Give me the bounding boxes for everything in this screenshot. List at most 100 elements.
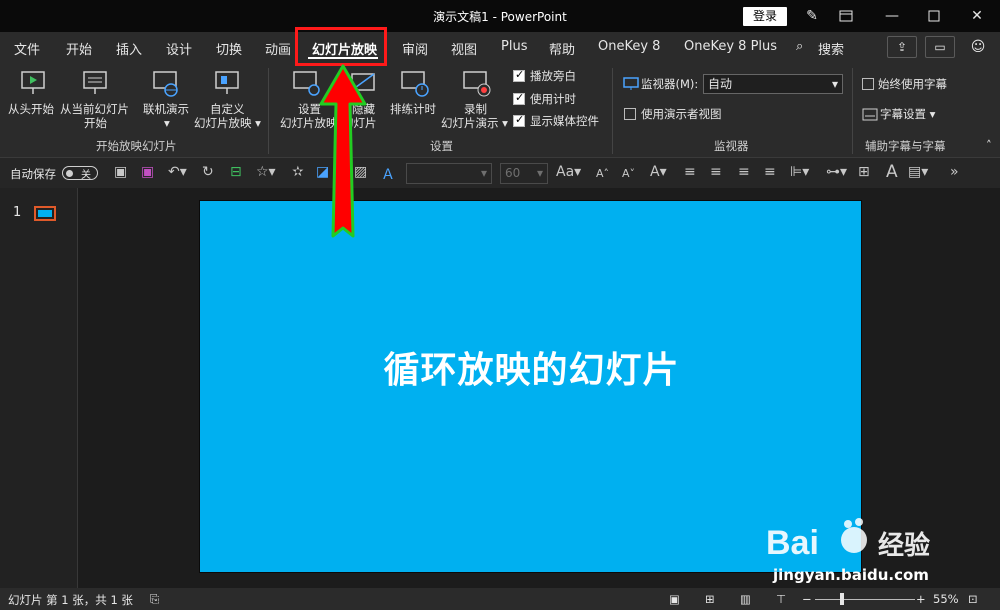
align-objects-icon[interactable]: ⊫▾ [790, 164, 809, 180]
maximize-icon[interactable] [922, 6, 946, 26]
media-controls-checkbox[interactable] [513, 113, 525, 127]
slide-number: 1 [13, 205, 22, 220]
pen-icon[interactable]: ✎ [800, 6, 824, 26]
tab-onekey8-plus[interactable]: OneKey 8 Plus [684, 39, 777, 54]
record-show-line2[interactable]: 幻灯片演示 ▾ [441, 116, 508, 130]
tab-home[interactable]: 开始 [66, 39, 92, 58]
zoom-slider-handle[interactable] [840, 593, 844, 605]
from-beginning-button[interactable]: 从头开始 [8, 102, 54, 116]
close-icon[interactable]: ✕ [965, 6, 989, 26]
online-present-dropdown-icon[interactable]: ▾ [164, 116, 170, 130]
font-size-select[interactable]: 60 ▾ [500, 163, 548, 184]
star-add-icon[interactable]: ✫ [292, 164, 304, 180]
from-current-line1[interactable]: 从当前幻灯片 [60, 102, 129, 116]
monitor-label: 监视器(M): [641, 77, 699, 91]
use-timings-checkbox[interactable] [513, 91, 525, 105]
ribbon-display-icon[interactable] [834, 6, 858, 26]
slideshow-view-icon[interactable]: ⊤ [776, 592, 786, 606]
zoom-slider[interactable] [815, 599, 915, 600]
reading-view-icon[interactable]: ▥ [740, 592, 751, 606]
textbox-format-icon[interactable]: ▤▾ [908, 164, 928, 180]
from-current-icon[interactable] [82, 70, 108, 99]
online-present-button[interactable]: 联机演示 [143, 102, 189, 116]
use-timings-label: 使用计时 [530, 92, 576, 106]
tab-transitions[interactable]: 切换 [216, 39, 242, 58]
font-name-select[interactable]: ▾ [406, 163, 492, 184]
login-button[interactable]: 登录 [743, 7, 787, 26]
fit-to-window-icon[interactable]: ⊡ [968, 592, 978, 606]
custom-show-line2[interactable]: 幻灯片放映 ▾ [194, 116, 261, 130]
tab-search[interactable]: 搜索 [818, 39, 844, 58]
text-icon[interactable]: A [886, 162, 898, 182]
monitor-select[interactable]: 自动 ▾ [703, 74, 843, 94]
star-icon[interactable]: ☆▾ [256, 164, 276, 180]
zoom-out-icon[interactable]: − [802, 592, 812, 606]
comments-button[interactable]: ▭ [925, 36, 955, 58]
custom-show-icon[interactable] [214, 70, 240, 99]
record-icon[interactable] [462, 70, 492, 101]
tab-insert[interactable]: 插入 [116, 39, 142, 58]
rehearse-icon[interactable] [400, 70, 430, 101]
tab-help[interactable]: 帮助 [549, 39, 575, 58]
justify-icon[interactable]: ≡ [764, 164, 776, 180]
from-current-line2[interactable]: 开始 [84, 116, 107, 130]
save-as-icon[interactable]: ▣ [141, 164, 154, 180]
accessibility-icon[interactable]: ⎘ [150, 592, 159, 607]
smiley-icon[interactable]: ☺ [966, 37, 990, 57]
undo-icon[interactable]: ↶▾ [168, 164, 187, 180]
tab-animations[interactable]: 动画 [265, 39, 291, 58]
play-narrations-checkbox[interactable] [513, 68, 525, 82]
autosave-label: 自动保存 [10, 167, 56, 181]
subtitle-settings-button[interactable]: 字幕设置 ▾ [880, 107, 935, 121]
presenter-view-checkbox[interactable] [624, 108, 636, 120]
textbox-icon[interactable]: Ａ [381, 164, 395, 184]
play-narrations-label: 播放旁白 [530, 69, 576, 83]
slide-title[interactable]: 循环放映的幻灯片 [200, 341, 863, 393]
annotation-arrow [319, 64, 367, 238]
collapse-ribbon-icon[interactable]: ˄ [986, 138, 992, 152]
from-beginning-icon[interactable] [20, 70, 46, 99]
font-color-icon[interactable]: A▾ [650, 164, 667, 180]
arrange-icon[interactable]: ⊶▾ [826, 164, 847, 180]
tab-plus[interactable]: Plus [501, 39, 527, 54]
tab-design[interactable]: 设计 [166, 39, 192, 58]
subtitle-settings-icon[interactable] [862, 108, 878, 125]
align-right-icon[interactable]: ≡ [738, 164, 750, 180]
zoom-in-icon[interactable]: + [916, 592, 926, 606]
tab-view[interactable]: 视图 [451, 39, 477, 58]
font-size-value: 60 [505, 166, 521, 180]
presenter-view-label: 使用演示者视图 [641, 107, 722, 121]
tab-onekey8[interactable]: OneKey 8 [598, 39, 660, 54]
group-divider [852, 68, 853, 154]
align-center-icon[interactable]: ≡ [710, 164, 722, 180]
autosave-toggle[interactable]: 关 [62, 166, 98, 181]
format-painter-icon[interactable]: ⊞ [858, 164, 870, 180]
tab-review[interactable]: 审阅 [402, 39, 428, 58]
online-present-icon[interactable] [152, 70, 180, 101]
chevron-down-icon: ▾ [536, 166, 543, 180]
share-button[interactable]: ⇪ [887, 36, 917, 58]
change-case-icon[interactable]: Aa▾ [556, 164, 581, 180]
redo-icon[interactable]: ↻ [202, 164, 214, 180]
tab-file[interactable]: 文件 [14, 39, 40, 58]
slide-sorter-icon[interactable]: ⊞ [705, 592, 715, 606]
start-show-icon[interactable]: ⊟ [230, 164, 242, 180]
always-subtitles-label: 始终使用字幕 [878, 77, 947, 91]
monitor-icon [623, 77, 639, 94]
align-left-icon[interactable]: ≡ [684, 164, 696, 180]
normal-view-icon[interactable]: ▣ [669, 592, 680, 606]
rehearse-timings-button[interactable]: 排练计时 [390, 102, 436, 116]
search-icon[interactable]: ⌕ [796, 39, 803, 54]
always-subtitles-checkbox[interactable] [862, 78, 874, 90]
more-commands-icon[interactable]: » [950, 164, 959, 180]
shrink-font-icon[interactable]: A˅ [622, 167, 635, 180]
grow-font-icon[interactable]: A˄ [596, 167, 609, 180]
group-divider [268, 68, 269, 154]
setup-group-label: 设置 [430, 139, 453, 153]
slide-thumbnail[interactable] [34, 206, 56, 221]
zoom-level[interactable]: 55% [933, 592, 959, 606]
record-show-line1[interactable]: 录制 [464, 102, 487, 116]
minimize-icon[interactable]: — [880, 6, 904, 26]
custom-show-line1[interactable]: 自定义 [210, 102, 245, 116]
save-icon[interactable]: ▣ [114, 164, 127, 180]
